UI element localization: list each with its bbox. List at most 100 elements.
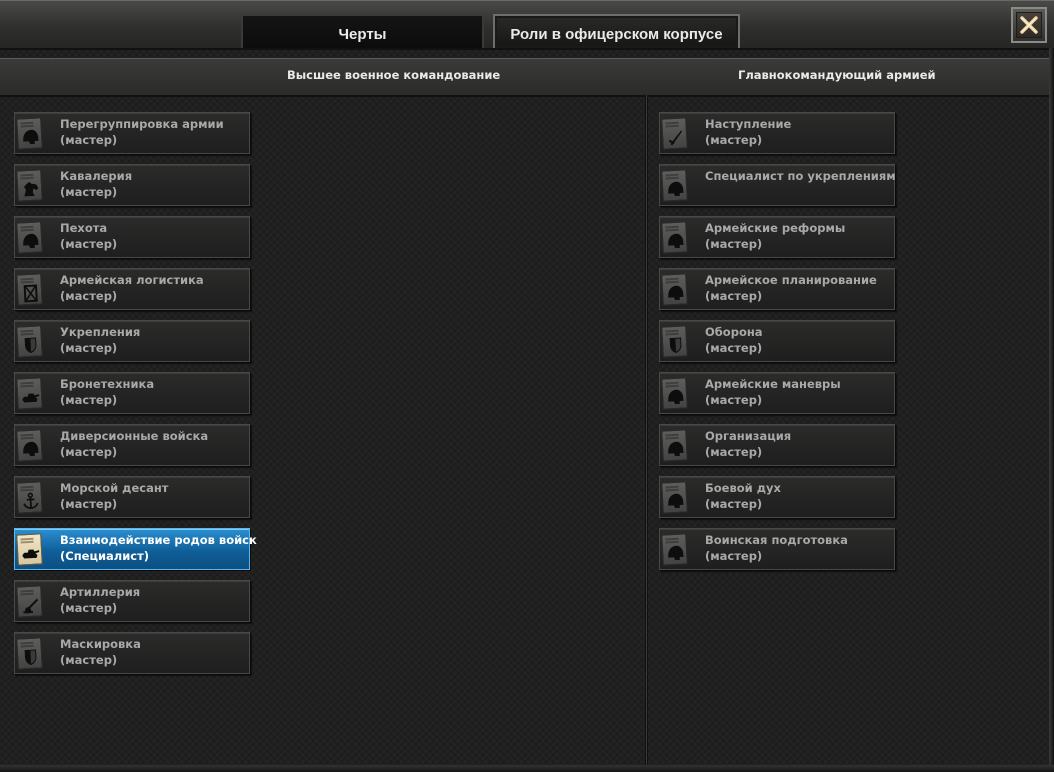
role-name: Воинская подготовка [705,533,848,547]
role-button[interactable]: Армейская логистика (мастер) [14,268,250,310]
card-writing [20,381,34,385]
card-writing [20,537,34,541]
role-button[interactable]: Воинская подготовка (мастер) [659,528,895,570]
role-level: (мастер) [705,341,763,355]
role-card [16,221,43,254]
role-button[interactable]: Взаимодействие родов войск (Специалист) [14,528,257,570]
role-card [661,273,688,306]
helmet-icon [668,181,684,197]
helmet-icon [668,545,684,561]
role-button[interactable]: Пехота (мастер) [14,216,250,258]
card-writing [665,225,679,229]
card-writing [665,277,679,281]
role-card [16,169,43,202]
shield-icon [24,649,37,666]
horse-icon [23,181,39,197]
role-button[interactable]: Артиллерия (мастер) [14,580,250,622]
card-writing [665,485,679,489]
role-button[interactable]: Армейские маневры (мастер) [659,372,895,414]
supply-crate-icon [23,284,38,303]
close-button[interactable] [1011,7,1047,43]
sword-icon [668,130,683,146]
role-level: (мастер) [60,237,118,251]
role-card [661,117,688,150]
card-writing [665,329,679,333]
role-button[interactable]: Армейское планирование (мастер) [659,268,895,310]
shield-icon [669,337,682,354]
role-name: Укрепления [60,325,141,339]
role-button[interactable]: Наступление (мастер) [659,112,895,154]
artillery-icon [23,598,39,614]
card-writing [20,225,34,229]
role-level: (мастер) [60,497,118,511]
role-button[interactable]: Специалист по укреплениям [659,164,896,206]
tank-icon [22,549,40,559]
helmet-icon [668,285,684,301]
column-title-army-commander: Главнокомандующий армией [738,68,936,82]
frame-edge [1049,48,1054,772]
role-level: (мастер) [705,237,763,251]
role-level: (Специалист) [60,549,150,563]
tank-icon [22,393,40,403]
role-card [16,273,43,306]
role-level: (мастер) [60,341,118,355]
frame-edge [0,765,1054,772]
role-button[interactable]: Морской десант (мастер) [14,476,250,518]
role-button[interactable]: Армейские реформы (мастер) [659,216,895,258]
card-writing [665,121,679,125]
card-writing [20,485,34,489]
role-card [661,169,688,202]
role-card [16,377,43,410]
role-card [16,481,43,514]
card-writing [20,641,34,645]
role-button[interactable]: Диверсионные войска (мастер) [14,424,250,466]
role-name: Наступление [705,117,792,131]
role-level: (мастер) [705,393,763,407]
role-button[interactable]: Маскировка (мастер) [14,632,250,674]
role-card [16,325,43,358]
role-button[interactable]: Оборона (мастер) [659,320,895,362]
role-button[interactable]: Укрепления (мастер) [14,320,250,362]
role-name: Пехота [60,221,108,235]
helmet-icon [668,389,684,405]
role-name: Боевой дух [705,481,781,495]
role-name: Взаимодействие родов войск [60,533,257,547]
role-level: (мастер) [705,497,763,511]
tab-officer-roles[interactable]: Роли в офицерском корпусе [493,14,740,48]
role-name: Специалист по укреплениям [705,169,896,183]
role-button[interactable]: Кавалерия (мастер) [14,164,250,206]
role-button[interactable]: Боевой дух (мастер) [659,476,895,518]
role-card [661,481,688,514]
card-writing [665,173,679,177]
helmet-icon [23,129,39,145]
role-level: (мастер) [705,445,763,459]
role-button[interactable]: Бронетехника (мастер) [14,372,250,414]
helmet-icon [668,493,684,509]
helmet-icon [23,441,39,457]
role-level: (мастер) [60,133,118,147]
role-name: Бронетехника [60,377,155,391]
role-name: Артиллерия [60,585,141,599]
close-icon [1020,16,1038,34]
card-writing [20,329,34,333]
role-card [661,533,688,566]
role-level: (мастер) [705,549,763,563]
role-level: (мастер) [60,393,118,407]
role-level: (мастер) [60,601,118,615]
card-writing [665,381,679,385]
role-button[interactable]: Перегруппировка армии (мастер) [14,112,250,154]
card-writing [20,433,34,437]
role-card [16,533,43,566]
role-button[interactable]: Организация (мастер) [659,424,895,466]
tab-traits[interactable]: Черты [241,14,484,48]
column-divider [645,95,648,765]
role-level: (мастер) [705,289,763,303]
role-name: Морской десант [60,481,169,495]
helmet-icon [668,441,684,457]
role-name: Оборона [705,325,763,339]
role-card [16,117,43,150]
card-writing [20,173,34,177]
role-name: Организация [705,429,792,443]
card-writing [20,277,34,281]
card-writing [20,121,34,125]
